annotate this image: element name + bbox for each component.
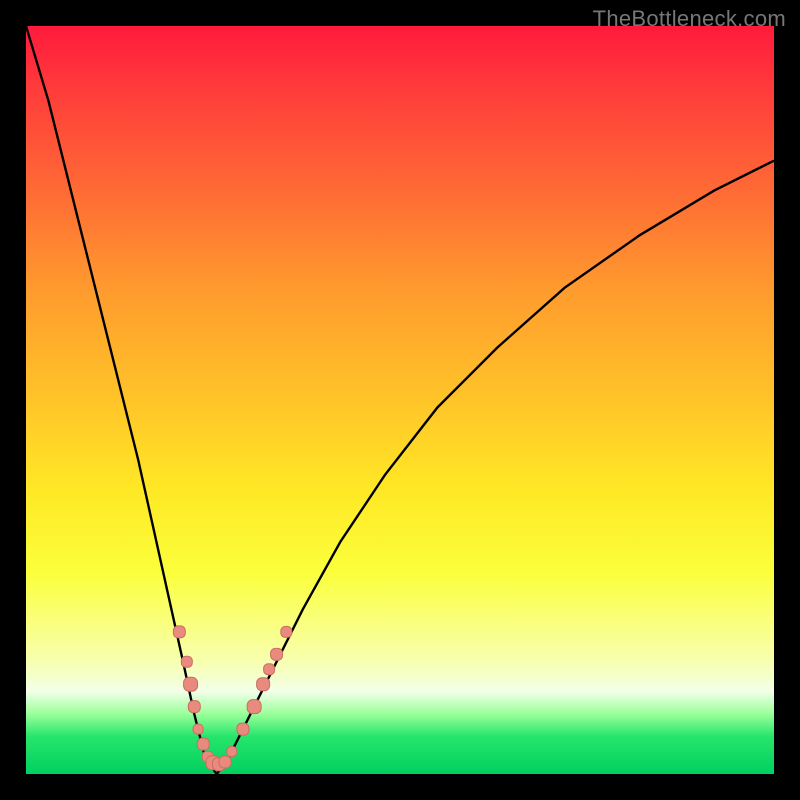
data-marker <box>247 700 261 714</box>
data-marker <box>184 677 198 691</box>
data-marker <box>173 626 185 638</box>
bottleneck-curve <box>26 26 774 774</box>
watermark-label: TheBottleneck.com <box>593 6 786 32</box>
data-marker <box>188 701 200 713</box>
data-marker <box>237 723 249 735</box>
data-marker <box>264 664 275 675</box>
data-marker <box>193 724 203 734</box>
data-marker <box>219 756 231 768</box>
data-marker <box>257 678 270 691</box>
data-marker <box>181 656 192 667</box>
data-marker <box>227 747 237 757</box>
chart-svg <box>26 26 774 774</box>
chart-plot-area <box>26 26 774 774</box>
data-marker <box>281 626 292 637</box>
data-marker <box>197 738 209 750</box>
data-marker <box>271 648 283 660</box>
